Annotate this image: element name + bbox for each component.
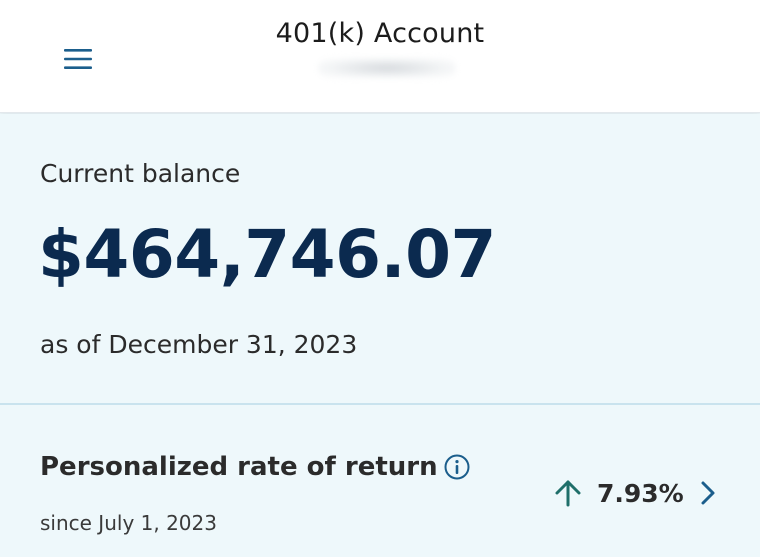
balance-amount: $464,746.07	[38, 216, 496, 293]
arrow-up-icon	[555, 480, 581, 507]
balance-label: Current balance	[40, 159, 241, 188]
page-title: 401(k) Account	[275, 18, 485, 49]
info-icon[interactable]	[443, 453, 471, 481]
balance-as-of-date: as of December 31, 2023	[40, 330, 358, 359]
hamburger-menu-icon	[64, 49, 92, 69]
redacted-subtitle	[318, 58, 456, 78]
rate-of-return-value: 7.93%	[597, 478, 684, 508]
rate-of-return-label: Personalized rate of return	[40, 452, 438, 482]
app-header: 401(k) Account	[0, 0, 760, 113]
rate-of-return-period: since July 1, 2023	[40, 511, 217, 535]
balance-card: Current balance $464,746.07 as of Decemb…	[0, 114, 760, 403]
rate-of-return-row[interactable]: Personalized rate of return since July 1…	[0, 405, 760, 557]
rate-of-return-link[interactable]: 7.93%	[553, 475, 718, 511]
chevron-right-icon	[701, 481, 715, 505]
